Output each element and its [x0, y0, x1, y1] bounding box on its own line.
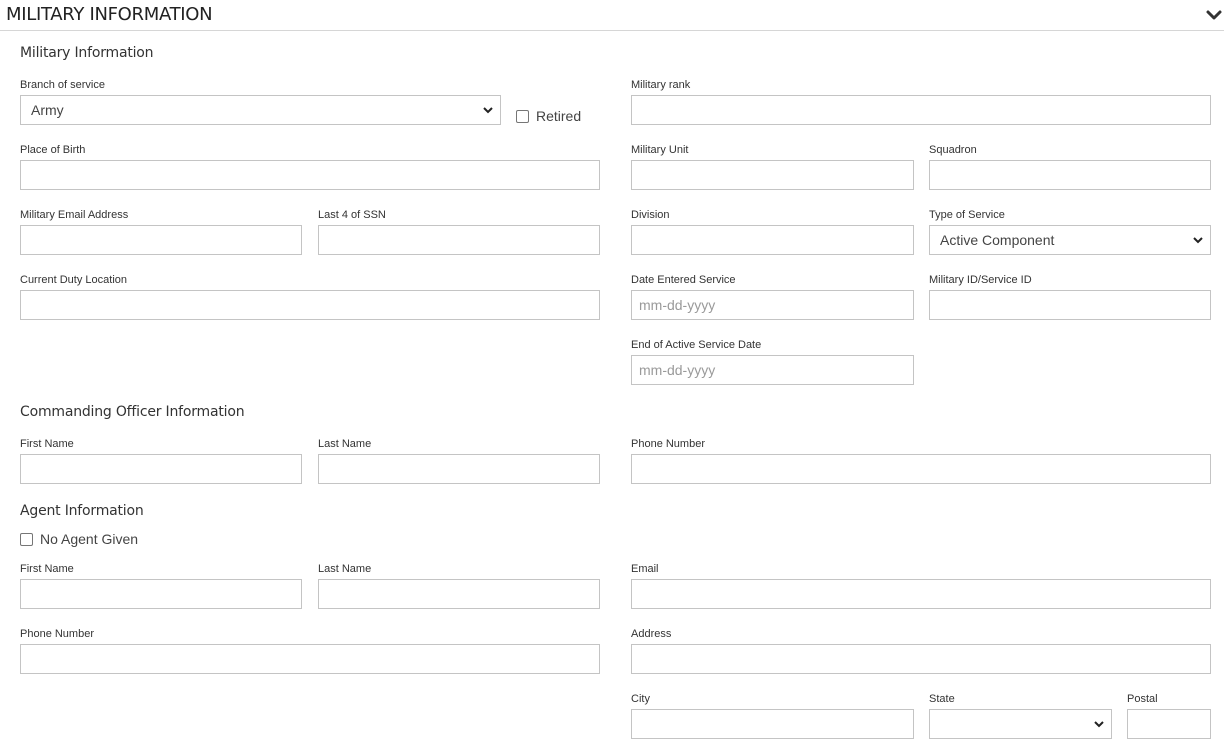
agent-first-name-input[interactable] [20, 579, 302, 609]
service-id-label: Military ID/Service ID [929, 274, 1032, 286]
military-unit-label: Military Unit [631, 144, 689, 156]
end-active-date-input[interactable] [631, 355, 914, 385]
end-active-date-label: End of Active Service Date [631, 339, 762, 351]
military-email-label: Military Email Address [20, 209, 129, 221]
place-of-birth-input[interactable] [20, 160, 600, 190]
squadron-input[interactable] [929, 160, 1211, 190]
agent-email-label: Email [631, 563, 659, 575]
rank-input[interactable] [631, 95, 1211, 125]
military-info-heading: Military Information [20, 45, 154, 61]
agent-first-name-label: First Name [20, 563, 74, 575]
retired-checkbox[interactable]: Retired [516, 108, 581, 124]
co-first-name-label: First Name [20, 438, 74, 450]
co-last-name-input[interactable] [318, 454, 600, 484]
date-entered-input[interactable] [631, 290, 914, 320]
agent-info-heading: Agent Information [20, 503, 144, 519]
branch-label: Branch of service [20, 79, 105, 91]
duty-location-label: Current Duty Location [20, 274, 127, 286]
branch-select-value: Army [31, 102, 64, 118]
duty-location-input[interactable] [20, 290, 600, 320]
no-agent-checkbox-box[interactable] [20, 532, 33, 546]
rank-label: Military rank [631, 79, 691, 91]
co-first-name-input[interactable] [20, 454, 302, 484]
agent-last-name-input[interactable] [318, 579, 600, 609]
service-type-label: Type of Service [929, 209, 1005, 221]
place-of-birth-label: Place of Birth [20, 144, 86, 156]
agent-phone-label: Phone Number [20, 628, 94, 640]
service-type-select[interactable]: Active Component [929, 225, 1211, 255]
agent-address-input[interactable] [631, 644, 1211, 674]
service-id-input[interactable] [929, 290, 1211, 320]
co-phone-input[interactable] [631, 454, 1211, 484]
service-type-select-value: Active Component [940, 232, 1055, 248]
division-label: Division [631, 209, 670, 221]
section-divider [0, 30, 1224, 31]
commanding-officer-heading: Commanding Officer Information [20, 404, 245, 420]
military-email-input[interactable] [20, 225, 302, 255]
military-unit-input[interactable] [631, 160, 914, 190]
agent-state-select[interactable] [929, 709, 1112, 739]
chevron-down-icon [1094, 721, 1104, 728]
agent-state-label: State [929, 693, 955, 705]
chevron-down-icon [1193, 237, 1203, 244]
no-agent-checkbox-label: No Agent Given [40, 531, 139, 547]
agent-last-name-label: Last Name [318, 563, 372, 575]
section-title: MILITARY INFORMATION [6, 4, 213, 25]
agent-postal-label: Postal [1127, 693, 1158, 705]
agent-city-label: City [631, 693, 650, 705]
squadron-label: Squadron [929, 144, 977, 156]
chevron-down-icon [483, 107, 493, 114]
retired-checkbox-box[interactable] [516, 109, 529, 123]
retired-checkbox-label: Retired [536, 108, 582, 124]
co-phone-label: Phone Number [631, 438, 705, 450]
agent-phone-input[interactable] [20, 644, 600, 674]
chevron-down-icon[interactable] [1204, 8, 1224, 24]
agent-postal-input[interactable] [1127, 709, 1211, 739]
ssn-last4-input[interactable] [318, 225, 600, 255]
agent-address-label: Address [631, 628, 672, 640]
co-last-name-label: Last Name [318, 438, 372, 450]
no-agent-checkbox[interactable]: No Agent Given [20, 531, 138, 547]
date-entered-label: Date Entered Service [631, 274, 736, 286]
agent-city-input[interactable] [631, 709, 914, 739]
division-input[interactable] [631, 225, 914, 255]
ssn-last4-label: Last 4 of SSN [318, 209, 386, 221]
agent-email-input[interactable] [631, 579, 1211, 609]
branch-select[interactable]: Army [20, 95, 501, 125]
